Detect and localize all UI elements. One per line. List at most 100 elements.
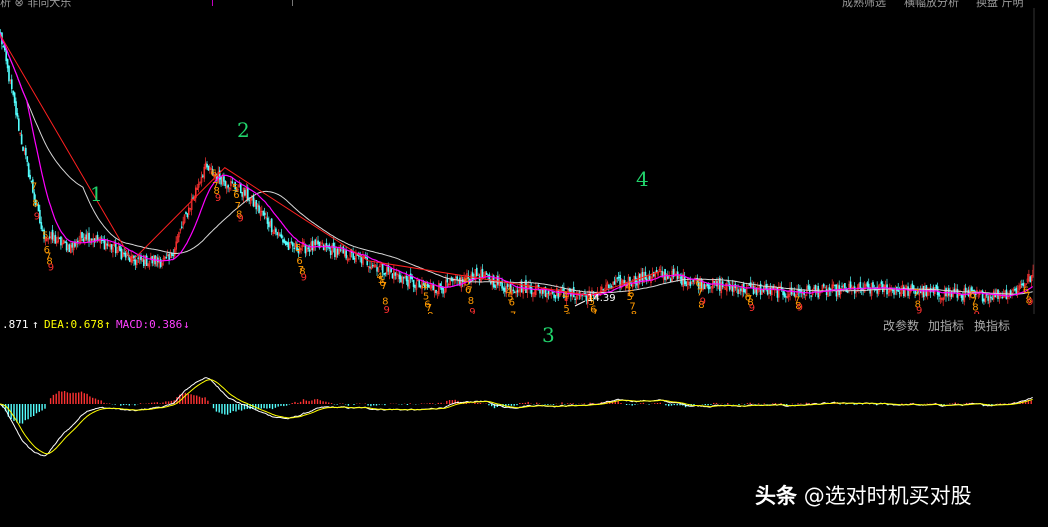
- wave-label-1: 1: [90, 182, 103, 206]
- candle: [286, 242, 288, 245]
- candle: [227, 185, 229, 188]
- candle: [807, 285, 810, 290]
- candle: [407, 279, 409, 287]
- candle: [96, 234, 99, 241]
- candle: [18, 118, 20, 131]
- candle: [935, 284, 938, 289]
- candle: [71, 242, 74, 248]
- count-digit: 9: [974, 310, 980, 314]
- candle: [412, 279, 415, 287]
- candle: [898, 292, 901, 294]
- count-digit: 9: [1027, 297, 1033, 308]
- macd-arrow-icon: ↓: [183, 318, 190, 331]
- candle: [481, 268, 484, 278]
- candle: [783, 292, 786, 297]
- candle: [26, 156, 29, 163]
- candle: [766, 288, 769, 295]
- count-digit: 8: [32, 198, 38, 209]
- change-params-button[interactable]: 改参数: [883, 317, 919, 334]
- candle: [785, 296, 787, 298]
- count-digit: 7: [31, 182, 37, 193]
- candle: [846, 290, 849, 293]
- candle: [991, 298, 994, 300]
- toolbar-item[interactable]: 成熟筛选: [842, 0, 886, 8]
- candle: [749, 282, 752, 288]
- candle: [709, 287, 711, 289]
- candle: [551, 291, 554, 294]
- toolbar-item[interactable]: 换盘 斤明: [976, 0, 1024, 8]
- candle: [145, 255, 148, 266]
- candle: [513, 291, 516, 294]
- candle: [54, 234, 57, 244]
- candle: [186, 213, 189, 218]
- candle: [290, 241, 293, 243]
- switch-indicator-button[interactable]: 换指标: [974, 317, 1010, 334]
- wave-label-3: 3: [542, 323, 555, 347]
- candle: [844, 283, 846, 289]
- candle: [336, 248, 339, 255]
- candle: [223, 176, 225, 182]
- toolbar-title: 析 ⊗ 非同大乐: [0, 0, 72, 8]
- candle: [1029, 276, 1032, 282]
- candle: [740, 288, 742, 291]
- dif-value: .871: [2, 318, 29, 331]
- candle: [12, 90, 15, 95]
- candle: [110, 244, 113, 250]
- toolbar-item[interactable]: 横幅放分析: [904, 0, 959, 8]
- candle: [617, 276, 620, 279]
- candle: [402, 277, 405, 279]
- candle: [907, 286, 909, 296]
- count-digit: 9: [469, 307, 475, 314]
- candle: [405, 276, 408, 282]
- wave-label-2: 2: [237, 118, 250, 142]
- candle: [516, 290, 519, 293]
- candle: [997, 289, 999, 299]
- candle: [8, 65, 10, 82]
- candle: [502, 287, 505, 291]
- candle: [891, 289, 894, 292]
- candle: [263, 212, 266, 216]
- toolbar-divider: [212, 0, 213, 6]
- candle: [40, 222, 43, 230]
- candle: [224, 181, 227, 187]
- candle: [85, 234, 88, 240]
- candle: [339, 249, 342, 251]
- candle: [266, 217, 269, 224]
- candle: [987, 296, 990, 301]
- candle: [542, 290, 544, 294]
- candle: [120, 248, 123, 260]
- dea-arrow-icon: ↑: [104, 318, 111, 331]
- candle: [707, 284, 710, 290]
- candle: [284, 240, 287, 245]
- count-digit: 4: [562, 290, 568, 301]
- candle: [731, 285, 734, 292]
- candle: [613, 281, 616, 285]
- dea-line: [0, 379, 1033, 455]
- candle: [638, 273, 641, 282]
- candle: [25, 147, 27, 156]
- candle: [384, 272, 387, 274]
- candle: [308, 249, 311, 252]
- candle: [77, 240, 79, 243]
- candle: [16, 113, 19, 117]
- candle: [114, 243, 117, 254]
- candle: [119, 245, 121, 252]
- candle: [948, 288, 950, 296]
- count-digit: 8: [631, 310, 637, 314]
- candle: [258, 205, 260, 214]
- candle: [283, 239, 286, 244]
- candle: [124, 252, 127, 258]
- candle: [247, 187, 249, 200]
- count-digit: 7: [592, 309, 598, 315]
- count-digit: 9: [916, 306, 922, 315]
- candle: [418, 280, 421, 288]
- candle: [165, 256, 168, 259]
- candle: [255, 200, 258, 210]
- candle: [13, 92, 16, 103]
- candle: [185, 212, 187, 215]
- add-indicator-button[interactable]: 加指标: [928, 317, 964, 334]
- candle: [435, 289, 437, 294]
- candle: [644, 271, 647, 280]
- candle: [29, 174, 31, 179]
- candle: [602, 289, 605, 291]
